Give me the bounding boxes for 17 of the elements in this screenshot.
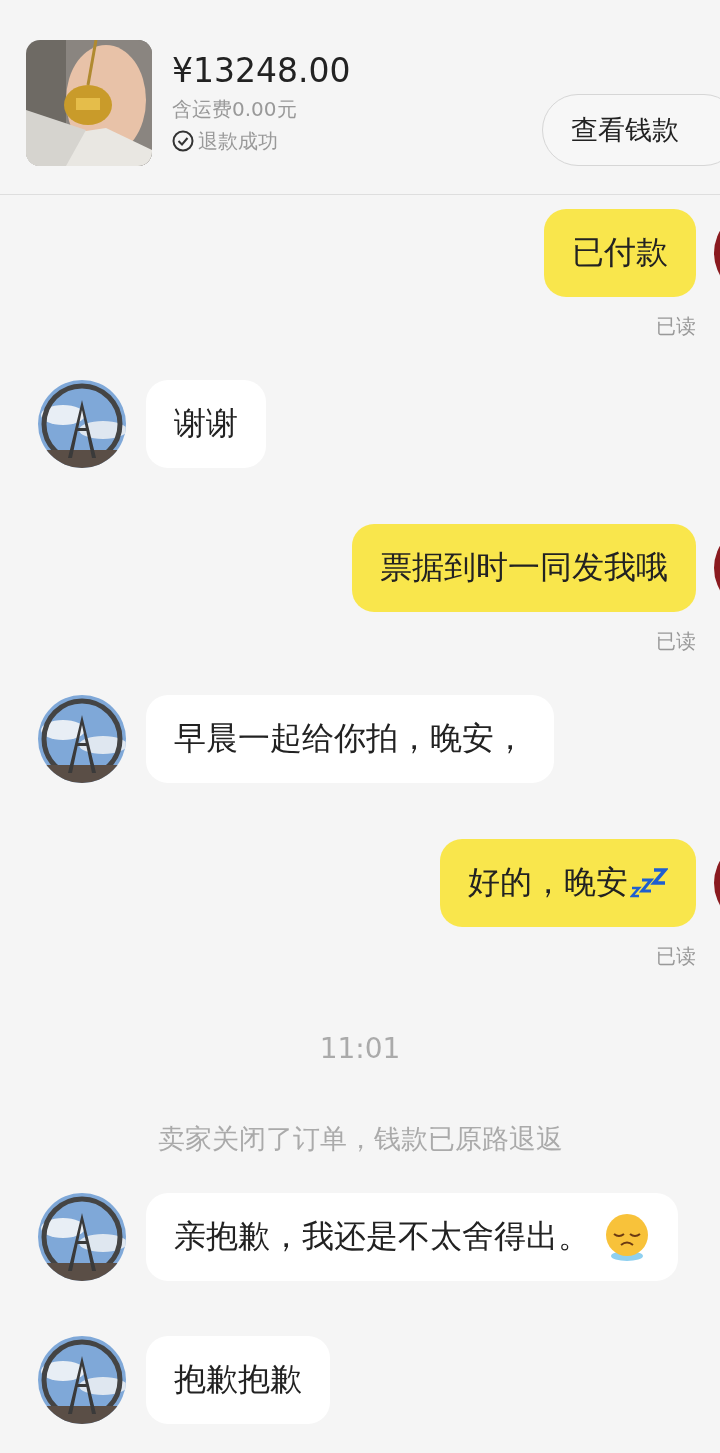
message-bubble: 亲抱歉，我还是不太舍得出。 [146, 1193, 678, 1281]
refund-status: 退款成功 [198, 128, 278, 155]
message-bubble: 抱歉抱歉 [146, 1336, 330, 1424]
timestamp: 11:01 [318, 1032, 402, 1065]
message-bubble: 票据到时一同发我哦 [352, 524, 696, 612]
read-status: 已读 [655, 628, 697, 655]
price: ¥13248.00 [172, 50, 352, 92]
message-bubble: 已付款 [544, 209, 696, 297]
read-status: 已读 [655, 943, 697, 970]
check-icon [172, 130, 194, 152]
shipping-fee: 含运费0.00元 [172, 96, 298, 123]
message-bubble: 好的，晚安 [440, 839, 696, 927]
system-message: 卖家关闭了订单，钱款已原路退返 [156, 1122, 564, 1156]
message-bubble: 谢谢 [146, 380, 266, 468]
message-bubble: 早晨一起给你拍，晚安， [146, 695, 554, 783]
read-status: 已读 [655, 313, 697, 340]
view-payment-button[interactable]: 查看钱款 [542, 94, 720, 166]
